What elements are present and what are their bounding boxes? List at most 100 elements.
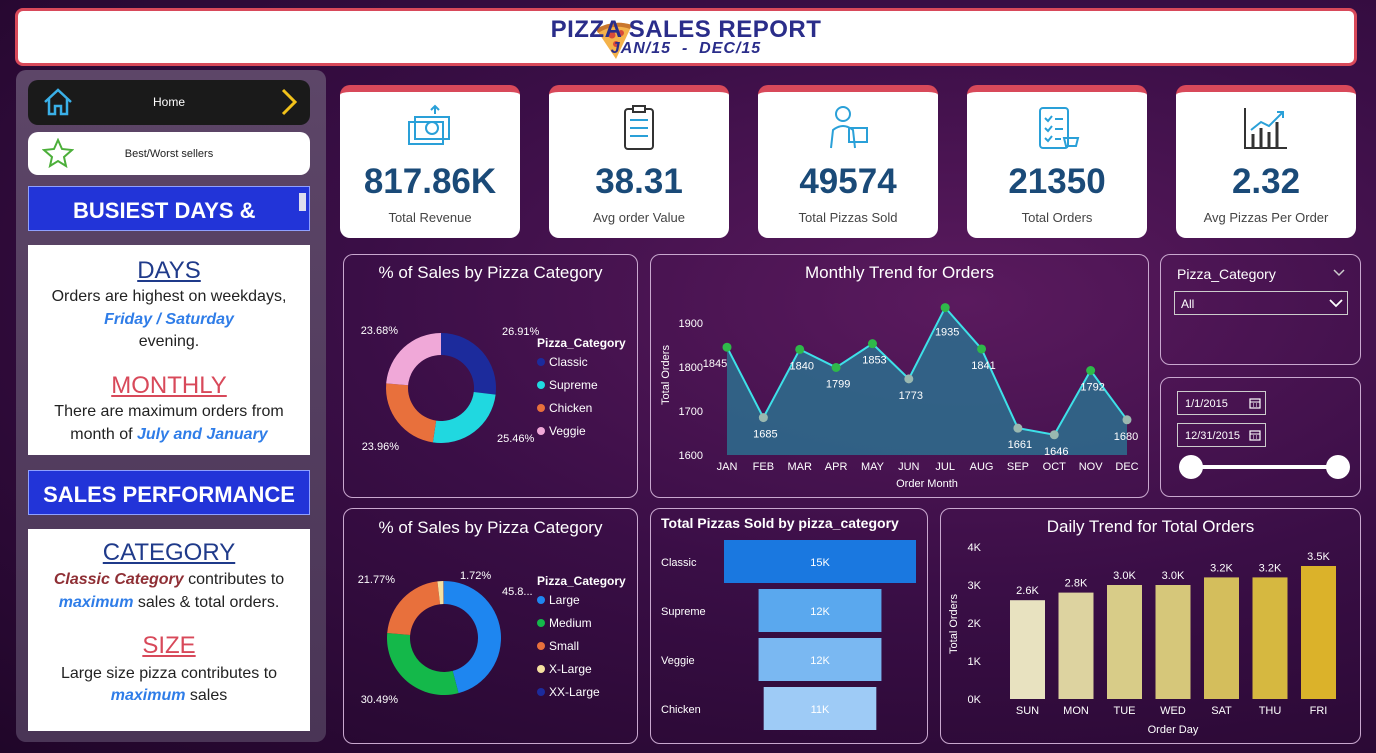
legend-item-classic[interactable]: Classic <box>549 355 588 369</box>
calendar-icon[interactable] <box>1249 429 1261 441</box>
bar-wed[interactable] <box>1155 585 1191 699</box>
delivery-person-icon <box>830 106 868 149</box>
y-axis-label: Total Orders <box>948 594 960 654</box>
donut-chart-category-panel: % of Sales by Pizza Category 26.91% 25.46… <box>343 254 638 498</box>
legend-item-medium[interactable]: Medium <box>549 616 592 630</box>
kpi-value: 2.32 <box>1231 162 1301 201</box>
kpi-label: Avg order Value <box>592 210 686 225</box>
chevron-down-icon <box>1329 299 1343 308</box>
data-point-nov[interactable] <box>1086 366 1096 376</box>
data-point-sep[interactable] <box>1013 423 1023 433</box>
banner-scrollbar[interactable] <box>299 193 306 211</box>
donut-slice-chicken[interactable] <box>386 383 437 443</box>
slice-data-label: 26.91% <box>502 326 540 338</box>
daily-trend-chart[interactable]: 0K 1K 2K 3K 4K 2.6K SUN 2.8K MON 3.0K TUE 3.0K WED 3.… <box>941 509 1359 742</box>
legend-item-x-large[interactable]: X-Large <box>549 662 592 676</box>
bar-data-label: 12K <box>810 606 830 618</box>
donut-chart-category[interactable]: 26.91% 25.46% 23.96% 23.68% Pizza_Category Cl… <box>344 255 636 496</box>
x-tick-label: FEB <box>753 461 774 473</box>
x-tick-label: TUE <box>1114 705 1136 717</box>
legend-item-xx-large[interactable]: XX-Large <box>549 685 600 699</box>
best-worst-sellers-button[interactable]: Best/Worst sellers <box>28 132 310 175</box>
donut-slice-classic[interactable] <box>441 333 496 395</box>
y-tick-label: 1800 <box>679 362 703 374</box>
days-insight-box: DAYS Orders are highest on weekdays, Fri… <box>28 245 310 455</box>
bar-tue[interactable] <box>1107 585 1142 699</box>
legend-swatch <box>537 688 545 696</box>
data-point-aug[interactable] <box>977 344 987 354</box>
busiest-days-heading: BUSIEST DAYS & <box>73 198 256 223</box>
date-range-subtitle: JAN/15 - DEC/15 <box>610 40 762 57</box>
start-date-value: 1/1/2015 <box>1185 398 1228 410</box>
home-label: Home <box>152 95 185 109</box>
donut-slice-veggie[interactable] <box>386 333 441 386</box>
data-point-jun[interactable] <box>904 374 914 384</box>
donut-chart-size-panel: % of Sales by Pizza Category 45.8... 30.4… <box>343 508 638 744</box>
data-point-apr[interactable] <box>831 362 841 372</box>
point-data-label: 1661 <box>1008 439 1032 451</box>
days-heading: DAYS <box>137 257 201 284</box>
bar-sat[interactable] <box>1204 577 1239 699</box>
end-date-input[interactable]: 12/31/2015 <box>1177 423 1266 447</box>
category-line-1: Classic Category contributes to <box>28 571 310 589</box>
legend-swatch <box>537 358 545 366</box>
point-data-label: 1845 <box>703 358 727 370</box>
donut-chart-size[interactable]: 45.8... 30.49% 21.77% 1.72% Pizza_Category La… <box>344 509 636 742</box>
data-point-oct[interactable] <box>1049 430 1059 440</box>
chevron-down-icon[interactable] <box>1333 267 1345 277</box>
legend-item-chicken[interactable]: Chicken <box>549 401 592 415</box>
x-axis-label: Order Day <box>1148 724 1199 736</box>
legend-item-supreme[interactable]: Supreme <box>549 378 598 392</box>
data-point-jul[interactable] <box>940 303 950 313</box>
data-point-mar[interactable] <box>795 344 805 354</box>
date-range-track[interactable] <box>1191 465 1339 469</box>
bar-sun[interactable] <box>1010 600 1045 699</box>
data-point-dec[interactable] <box>1122 415 1132 425</box>
date-range-end-handle[interactable] <box>1326 455 1350 479</box>
point-data-label: 1680 <box>1114 431 1138 443</box>
kpi-card-total-revenue: 817.86K Total Revenue <box>340 85 520 238</box>
category-dropdown[interactable]: All <box>1174 291 1348 315</box>
category-maximum: maximum <box>58 594 134 611</box>
x-tick-label: MAY <box>861 461 885 473</box>
pizzas-sold-funnel-chart[interactable]: Classic 15K Supreme 12K Veggie 12K Chicken 11K <box>651 509 926 742</box>
kpi-card-avg-order-value: 38.31 Avg order Value <box>549 85 729 238</box>
y-tick-label: 1600 <box>679 450 703 462</box>
start-date-input[interactable]: 1/1/2015 <box>1177 391 1266 415</box>
donut-slice-medium[interactable] <box>387 633 459 695</box>
donut-slice-small[interactable] <box>387 581 441 636</box>
data-point-feb[interactable] <box>758 413 768 423</box>
bar-fri[interactable] <box>1301 566 1336 699</box>
x-tick-label: MAR <box>788 461 813 473</box>
busiest-days-banner: BUSIEST DAYS & <box>28 186 310 231</box>
date-range-start-handle[interactable] <box>1179 455 1203 479</box>
bar-data-label: 2.8K <box>1065 578 1088 590</box>
donut-slice-supreme[interactable] <box>432 391 496 443</box>
clipboard-icon <box>624 105 654 150</box>
legend-item-veggie[interactable]: Veggie <box>549 424 586 438</box>
home-button[interactable]: Home <box>28 80 310 125</box>
legend-item-large[interactable]: Large <box>549 593 580 607</box>
x-tick-label: APR <box>825 461 848 473</box>
slice-data-label: 23.68% <box>361 325 399 337</box>
bar-thu[interactable] <box>1252 577 1288 699</box>
data-point-jan[interactable] <box>722 342 732 352</box>
data-point-may[interactable] <box>867 339 877 349</box>
x-tick-label: DEC <box>1115 461 1138 473</box>
calendar-icon[interactable] <box>1249 397 1261 409</box>
legend-swatch <box>537 665 545 673</box>
category-label: Supreme <box>661 606 706 618</box>
slice-data-label: 1.72% <box>460 570 491 582</box>
x-axis-label: Order Month <box>896 478 958 490</box>
monthly-trend-chart[interactable]: 1600 1700 1800 1900 1845 JAN 1685 FEB 1840 MAR 179… <box>651 255 1147 496</box>
legend-item-small[interactable]: Small <box>549 639 579 653</box>
bar-data-label: 12K <box>810 655 830 667</box>
y-tick-label: 4K <box>968 542 982 554</box>
x-tick-label: WED <box>1160 705 1186 717</box>
bar-data-label: 3.2K <box>1210 562 1233 574</box>
kpi-label: Total Orders <box>1021 210 1093 225</box>
category-insight-box: CATEGORY Classic Category contributes to… <box>28 529 310 731</box>
bar-mon[interactable] <box>1058 592 1094 699</box>
kpi-value: 21350 <box>1008 162 1106 201</box>
point-data-label: 1935 <box>935 327 959 339</box>
